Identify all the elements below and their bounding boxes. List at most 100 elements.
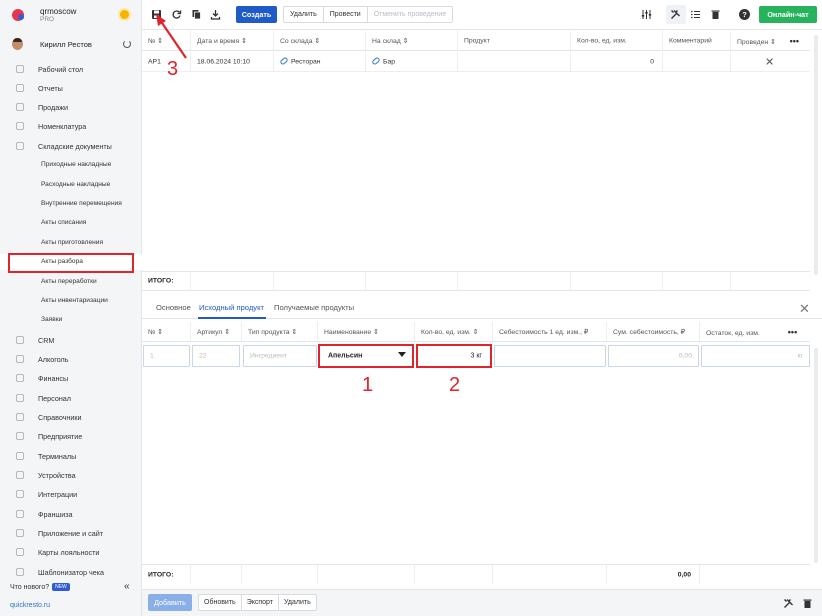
cancel-conduct-button[interactable]: Отменить проведение [368,7,453,22]
sidebar-subitem-cooking[interactable]: Акты приготовления [0,235,142,251]
whats-new-link[interactable]: Что нового? NEW [10,583,70,591]
total-sum-cost: 0,00 [607,565,700,584]
sidebar-subitem-inventory[interactable]: Акты инвентаризации [0,293,142,309]
sidebar-item-enterprise[interactable]: Предприятие [0,428,142,444]
sidebar-subitem-transfers[interactable]: Внутренние перемещения [0,196,142,212]
col-header-qty[interactable]: Кол-во, ед. изм. [571,31,663,50]
sidebar-item-reports[interactable]: Отчеты [0,80,142,96]
sidebar-item-staff[interactable]: Персонал [0,390,142,406]
trash-icon[interactable] [802,598,813,609]
more-options-icon[interactable]: ••• [788,327,797,337]
sidebar-item-finance[interactable]: Финансы [0,370,142,386]
main-table-scrollbar[interactable] [814,35,818,275]
logout-icon[interactable] [123,40,131,48]
sidebar-subitem-writeoffs[interactable]: Акты списания [0,215,142,231]
copy-icon[interactable] [191,9,202,20]
qty-value: 3 кг [470,352,482,360]
table-row[interactable]: АР1 18.06.2024 10:10 Ресторан Бар 0 ✕ [142,52,810,72]
tools-icon [670,9,681,20]
product-name-select[interactable]: Апельсин [318,344,414,368]
sidebar-item-label: Отчеты [38,84,63,93]
col-header-to[interactable]: На склад ⇕ [366,31,458,50]
col-header-product[interactable]: Продукт [458,31,571,50]
col-label: Тип продукта [248,328,290,336]
tools-icon[interactable] [783,598,794,609]
theme-toggle-icon[interactable] [120,10,129,19]
sidebar-item-label: Номенклатура [38,122,87,131]
sidebar-item-nomenclature[interactable]: Номенклатура [0,118,142,134]
sidebar-item-alcohol[interactable]: Алкоголь [0,351,142,367]
tab-source-product[interactable]: Исходный продукт [199,303,264,312]
total-cell [191,272,274,290]
detail-table-scrollbar[interactable] [814,348,818,563]
sidebar-subitem-outgoing[interactable]: Расходные накладные [0,177,142,193]
col-header-comment[interactable]: Комментарий [663,31,731,50]
sidebar-item-sales[interactable]: Продажи [0,99,142,115]
cell-qty: 0 [571,52,663,71]
more-options-icon[interactable]: ••• [790,36,799,46]
help-icon[interactable]: ? [739,9,750,20]
export-button[interactable]: Экспорт [242,595,280,610]
sidebar-item-receipt-template[interactable]: Шаблонизатор чека [0,564,142,580]
add-button[interactable]: Добавить [148,594,192,611]
tab-received-products[interactable]: Получаемые продукты [274,303,354,312]
site-link[interactable]: quickresto.ru [10,602,50,609]
rest-input[interactable]: кг [701,345,810,367]
trash-icon[interactable] [710,9,721,20]
col-header-rest[interactable]: Остаток, ед. изм. ••• [700,322,810,341]
sidebar-item-desktop[interactable]: Рабочий стол [0,61,142,77]
delete-button[interactable]: Удалить [284,7,324,22]
refresh-button[interactable]: Обновить [199,595,242,610]
sidebar-item-app-site[interactable]: Приложение и сайт [0,525,142,541]
sidebar-item-crm[interactable]: CRM [0,332,142,348]
directory-icon [16,413,24,421]
col-header-qty[interactable]: Кол-во, ед. изм. ⇕ [415,322,493,341]
product-type-input[interactable]: Ингредиент [243,345,317,367]
num-input[interactable]: 1 [143,345,190,367]
col-header-name[interactable]: Наименование ⇕ [318,322,415,341]
sidebar-item-directory[interactable]: Справочники [0,409,142,425]
sidebar-item-terminals[interactable]: Терминалы [0,448,142,464]
sidebar-item-loyalty[interactable]: Карты лояльности [0,544,142,560]
column-settings-icon[interactable] [641,9,652,20]
callout-arrow [156,14,187,59]
download-icon[interactable] [210,9,221,20]
col-header-from[interactable]: Со склада ⇕ [274,31,366,50]
sidebar-subitem-processing[interactable]: Акты переработки [0,274,142,290]
sidebar-item-franchise[interactable]: Франшиза [0,506,142,522]
create-button[interactable]: Создать [236,6,277,23]
brand[interactable]: qrmoscow PRO [0,0,142,30]
sidebar-item-devices[interactable]: Устройства [0,467,142,483]
unit-cost-input[interactable] [494,345,606,367]
col-header-sum-cost[interactable]: Сум. себестоимость, ₽ [607,322,700,341]
not-conducted-icon: ✕ [765,56,775,68]
col-label: Себестоимость 1 ед. изм., ₽ [499,328,589,336]
article-input[interactable]: 22 [192,345,240,367]
col-label: Проведен [737,38,769,46]
conduct-button[interactable]: Провести [324,7,368,22]
tab-main[interactable]: Основное [156,303,191,312]
detail-table-total: ИТОГО: 0,00 [142,564,810,584]
sidebar-subitem-requests[interactable]: Заявки [0,312,142,328]
close-panel-icon[interactable]: ✕ [799,301,810,317]
qty-input[interactable]: 3 кг [416,344,492,368]
online-chat-button[interactable]: Онлайн-чат [759,6,817,23]
col-header-date[interactable]: Дата и время ⇕ [191,31,274,50]
col-header-article[interactable]: Артикул ⇕ [191,322,242,341]
collapse-sidebar-icon[interactable]: « [124,581,130,592]
col-header-unit-cost[interactable]: Себестоимость 1 ед. изм., ₽ [493,322,607,341]
delete-row-button[interactable]: Удалить [279,595,316,610]
finance-icon [16,374,24,382]
crm-icon [16,336,24,344]
tools-button[interactable] [666,5,686,24]
user-profile[interactable]: Кирилл Рестов [0,35,142,53]
list-view-icon[interactable] [690,9,701,20]
sidebar-item-integrations[interactable]: Интеграции [0,486,142,502]
sidebar-subitem-incoming[interactable]: Приходные накладные [0,157,142,173]
col-header-conducted[interactable]: Проведен ⇕ ••• [731,31,810,50]
sidebar-item-warehouse-docs[interactable]: Складские документы [0,138,142,154]
col-header-num[interactable]: № ⇕ [142,322,191,341]
col-header-type[interactable]: Тип продукта ⇕ [242,322,318,341]
sum-cost-input[interactable]: 0,00 [608,345,699,367]
callout-number-1: 1 [362,374,374,396]
